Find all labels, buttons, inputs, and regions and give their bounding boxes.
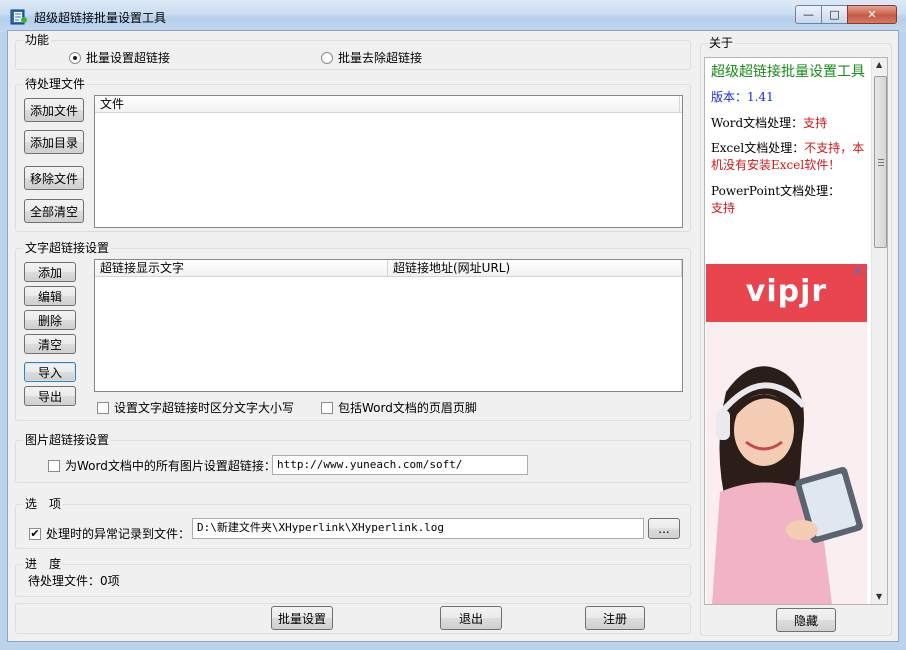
about-version-label: 版本：	[711, 90, 748, 104]
text-link-list[interactable]: 超链接显示文字 超链接地址(网址URL)	[94, 259, 683, 392]
header-footer-option[interactable]: 包括Word文档的页眉页脚	[321, 399, 477, 416]
batch-set-button[interactable]: 批量设置	[271, 606, 333, 630]
progress-group-title: 进 度	[23, 557, 64, 571]
about-ppt-label: PowerPoint文档处理：	[711, 184, 841, 198]
about-app-name: 超级超链接批量设置工具	[711, 64, 865, 80]
about-excel-label: Excel文档处理：	[711, 141, 805, 155]
remove-file-button[interactable]: 移除文件	[24, 166, 84, 190]
ad-banner[interactable]: vipjr ✕	[706, 264, 867, 604]
browse-button[interactable]: ...	[648, 518, 680, 539]
about-version-value: 1.41	[747, 90, 774, 104]
hide-button[interactable]: 隐藏	[776, 608, 836, 632]
edit-link-button[interactable]: 编辑	[24, 286, 76, 306]
about-word: Word文档处理：支持	[711, 115, 871, 132]
text-link-list-header: 超链接显示文字 超链接地址(网址URL)	[95, 260, 682, 277]
image-link-url-input[interactable]: http://www.yuneach.com/soft/	[272, 455, 528, 475]
header-footer-checkbox[interactable]	[321, 401, 333, 414]
case-sensitive-label: 设置文字超链接时区分文字大小写	[114, 401, 295, 415]
radio-batch-remove-label: 批量去除超链接	[338, 51, 423, 65]
scroll-thumb[interactable]	[874, 76, 887, 248]
minimize-icon: —	[803, 8, 814, 21]
image-link-group-title: 图片超链接设置	[23, 433, 112, 447]
caption-buttons: — □ ✕	[795, 5, 897, 24]
scroll-up-arrow-icon[interactable]: ▲	[876, 60, 882, 69]
column-file[interactable]: 文件	[95, 96, 680, 113]
about-ppt: PowerPoint文档处理： 支持	[711, 183, 871, 217]
about-excel: Excel文档处理：不支持，本机没有安装Excel软件！	[711, 140, 871, 174]
options-group-title: 选 项	[23, 497, 64, 511]
image-link-option[interactable]: 为Word文档中的所有图片设置超链接：	[48, 457, 276, 474]
about-word-label: Word文档处理：	[711, 116, 804, 130]
about-ppt-status: 支持	[711, 201, 736, 215]
ad-close-icon[interactable]: ✕	[853, 265, 862, 278]
about-word-status: 支持	[803, 116, 828, 130]
log-label: 处理时的异常记录到文件：	[46, 527, 191, 541]
close-button[interactable]: ✕	[847, 5, 897, 24]
delete-link-button[interactable]: 删除	[24, 310, 76, 330]
text-link-group-title: 文字超链接设置	[23, 241, 112, 255]
files-group-title: 待处理文件	[23, 77, 88, 91]
case-sensitive-option[interactable]: 设置文字超链接时区分文字大小写	[97, 399, 294, 416]
radio-batch-remove-indicator[interactable]	[321, 51, 333, 64]
case-sensitive-checkbox[interactable]	[97, 401, 109, 414]
about-content: 超级超链接批量设置工具 版本：1.41 Word文档处理：支持 Excel文档处…	[711, 64, 871, 217]
about-group-title: 关于	[707, 36, 736, 50]
add-file-button[interactable]: 添加文件	[24, 98, 84, 122]
import-button[interactable]: 导入	[24, 362, 76, 382]
ad-brand-logo: vipjr	[745, 274, 828, 309]
maximize-button[interactable]: □	[821, 5, 847, 24]
export-button[interactable]: 导出	[24, 386, 76, 406]
clear-links-button[interactable]: 清空	[24, 334, 76, 354]
about-version: 版本：1.41	[711, 89, 871, 106]
progress-status: 待处理文件：0项	[28, 574, 120, 588]
register-button[interactable]: 注册	[585, 606, 645, 630]
file-list-header: 文件	[95, 96, 682, 113]
function-group-title: 功能	[23, 33, 52, 47]
radio-selected-dot	[73, 55, 77, 60]
app-icon	[10, 9, 28, 25]
radio-batch-remove[interactable]: 批量去除超链接	[321, 49, 422, 66]
add-link-button[interactable]: 添加	[24, 262, 76, 282]
title-bar[interactable]: 超级超链接批量设置工具 — □ ✕	[0, 0, 906, 32]
close-icon: ✕	[867, 8, 877, 21]
about-scrollbar[interactable]: ▲ ▼	[871, 58, 887, 604]
check-mark-icon: ✔	[30, 526, 40, 540]
radio-batch-set-label: 批量设置超链接	[86, 51, 171, 65]
log-checkbox[interactable]: ✔	[29, 526, 41, 540]
minimize-button[interactable]: —	[795, 5, 821, 24]
scroll-down-arrow-icon[interactable]: ▼	[876, 592, 882, 601]
radio-batch-set-indicator[interactable]	[69, 51, 81, 64]
header-footer-label: 包括Word文档的页眉页脚	[338, 401, 477, 415]
log-path-input[interactable]: D:\新建文件夹\XHyperlink\XHyperlink.log	[192, 518, 644, 539]
file-list[interactable]: 文件	[94, 95, 683, 228]
window-title: 超级超链接批量设置工具	[34, 11, 167, 25]
clear-all-button[interactable]: 全部清空	[24, 199, 84, 223]
about-panel: 超级超链接批量设置工具 版本：1.41 Word文档处理：支持 Excel文档处…	[704, 57, 888, 605]
maximize-icon: □	[829, 8, 840, 21]
radio-batch-set[interactable]: 批量设置超链接	[69, 49, 170, 66]
exit-button[interactable]: 退出	[440, 606, 502, 630]
image-link-checkbox[interactable]	[48, 459, 60, 472]
column-display-text[interactable]: 超链接显示文字	[95, 260, 388, 277]
column-link-url[interactable]: 超链接地址(网址URL)	[388, 260, 682, 277]
log-option[interactable]: ✔ 处理时的异常记录到文件：	[29, 525, 190, 542]
image-link-label: 为Word文档中的所有图片设置超链接：	[65, 459, 276, 473]
ad-photo	[706, 322, 867, 604]
add-folder-button[interactable]: 添加目录	[24, 130, 84, 154]
